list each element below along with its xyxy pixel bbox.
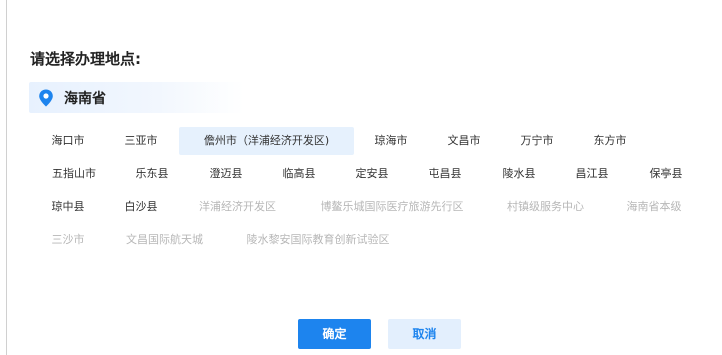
location-item-dongfang[interactable]: 东方市 (586, 127, 634, 155)
location-item-wenchang-spacecity: 文昌国际航天城 (126, 233, 203, 246)
location-item-wenchang[interactable]: 文昌市 (440, 127, 488, 155)
location-item-ledong[interactable]: 乐东县 (128, 160, 176, 188)
location-item-dingan[interactable]: 定安县 (348, 160, 396, 188)
location-item-danzhou[interactable]: 儋州市（洋浦经济开发区) (179, 127, 354, 155)
dialog-title: 请选择办理地点: (30, 50, 141, 68)
location-item-baisha[interactable]: 白沙县 (117, 193, 165, 221)
location-item-chengmai[interactable]: 澄迈县 (202, 160, 250, 188)
location-item-changjiang[interactable]: 昌江县 (568, 160, 616, 188)
province-name: 海南省 (64, 90, 106, 107)
confirm-button[interactable]: 确定 (298, 319, 371, 349)
location-item-lingao[interactable]: 临高县 (275, 160, 323, 188)
location-pin-icon (38, 89, 54, 107)
left-divider (6, 0, 7, 355)
cancel-button[interactable]: 取消 (388, 319, 461, 349)
location-item-yangpu: 洋浦经济开发区 (199, 200, 276, 213)
location-item-qionghai[interactable]: 琼海市 (367, 127, 415, 155)
location-item-lingshui[interactable]: 陵水县 (495, 160, 543, 188)
location-item-qiongzhong[interactable]: 琼中县 (44, 193, 92, 221)
location-item-wuzhishan[interactable]: 五指山市 (44, 160, 104, 188)
location-item-sanya[interactable]: 三亚市 (117, 127, 165, 155)
location-item-sansha: 三沙市 (51, 233, 85, 246)
location-item-village-center: 村镇级服务中心 (507, 200, 584, 213)
location-item-province-level: 海南省本级 (626, 200, 682, 213)
province-header: 海南省 (29, 82, 244, 113)
location-item-baoting[interactable]: 保亭县 (642, 160, 690, 188)
location-item-lingshui-lian: 陵水黎安国际教育创新试验区 (246, 233, 390, 246)
location-item-haikou[interactable]: 海口市 (44, 127, 92, 155)
location-item-boao-lecheng: 博鳌乐城国际医疗旅游先行区 (320, 200, 464, 213)
location-item-tunchang[interactable]: 屯昌县 (421, 160, 469, 188)
location-item-wanning[interactable]: 万宁市 (513, 127, 561, 155)
